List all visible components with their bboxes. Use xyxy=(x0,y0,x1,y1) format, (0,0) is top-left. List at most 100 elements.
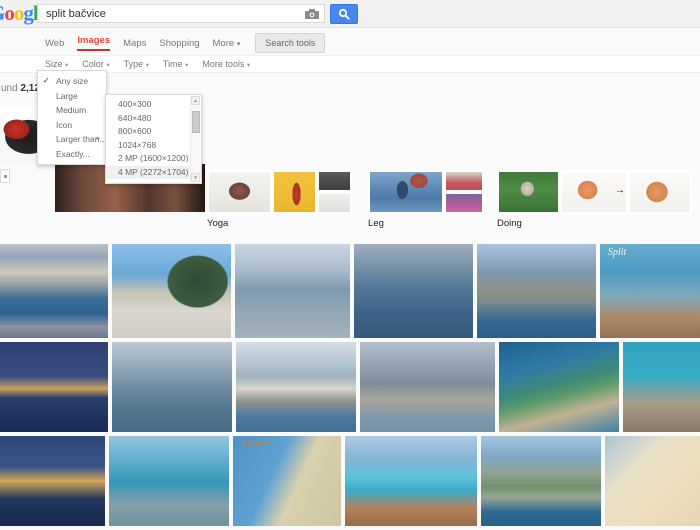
image-result-map[interactable] xyxy=(605,436,700,526)
submenu-item-400x300[interactable]: 400×300 xyxy=(106,98,201,112)
filter-color[interactable]: Color ▾ xyxy=(82,59,109,69)
filter-more-tools[interactable]: More tools ▾ xyxy=(202,59,250,69)
tab-more-label: More xyxy=(213,38,235,49)
related-search-doing: → Doing xyxy=(497,170,692,229)
tab-more[interactable]: More ▾ xyxy=(213,38,241,49)
tab-maps[interactable]: Maps xyxy=(123,38,146,49)
filter-time-label: Time xyxy=(163,59,183,69)
submenu-item-640x480[interactable]: 640×480 xyxy=(106,112,201,126)
related-search-yoga: Yoga xyxy=(207,170,352,229)
filter-size[interactable]: Size ▾ xyxy=(45,59,68,69)
image-result[interactable] xyxy=(109,436,229,526)
size-dropdown-menu: ✓ Any size Large Medium Icon Larger than.… xyxy=(37,70,107,165)
camera-search-icon[interactable] xyxy=(305,9,319,19)
grid-row: Split xyxy=(0,244,700,338)
menu-item-any-size[interactable]: ✓ Any size xyxy=(38,74,106,89)
scrollbar-thumb[interactable] xyxy=(192,111,200,133)
image-result[interactable] xyxy=(235,244,350,338)
menu-item-icon[interactable]: Icon xyxy=(38,118,106,133)
related-thumbnail[interactable] xyxy=(368,170,444,214)
search-box xyxy=(37,4,325,23)
image-result[interactable] xyxy=(345,436,477,526)
related-thumbnail[interactable] xyxy=(497,170,560,214)
related-thumbnail[interactable] xyxy=(444,170,484,192)
submenu-scrollbar[interactable]: ▲ ▼ xyxy=(190,96,200,182)
menu-item-label: Any size xyxy=(56,76,88,86)
logo-letter: g xyxy=(23,1,33,25)
menu-item-exactly[interactable]: Exactly... xyxy=(38,147,106,162)
grid-row xyxy=(0,342,700,432)
image-result[interactable] xyxy=(360,342,495,432)
related-search-label[interactable]: Doing xyxy=(497,218,692,229)
tab-shopping[interactable]: Shopping xyxy=(159,38,199,49)
menu-item-label: Exactly... xyxy=(56,149,90,159)
image-result[interactable] xyxy=(0,436,105,526)
related-thumbnail[interactable] xyxy=(272,170,317,214)
submenu-item-1024x768[interactable]: 1024×768 xyxy=(106,139,201,153)
menu-item-label: Large xyxy=(56,91,78,101)
submenu-item-4mp[interactable]: 4 MP (2272×1704) xyxy=(106,166,201,180)
chevron-down-icon: ▾ xyxy=(106,62,109,69)
submenu-arrow-icon: ▸ xyxy=(96,132,100,147)
filter-more-tools-label: More tools xyxy=(202,59,244,69)
search-header: Google xyxy=(0,0,700,28)
postcard-caption: Split xyxy=(608,247,626,258)
image-result-map[interactable]: CROATIA xyxy=(233,436,341,526)
filter-time[interactable]: Time ▾ xyxy=(163,59,188,69)
submenu-item-800x600[interactable]: 800×600 xyxy=(106,125,201,139)
search-tools-button[interactable]: Search tools xyxy=(255,33,325,53)
image-result[interactable] xyxy=(477,244,596,338)
image-result[interactable] xyxy=(0,342,108,432)
google-images-page: Google Web Images Maps Shopping More ▾ S… xyxy=(0,0,700,500)
related-search-label[interactable]: Yoga xyxy=(207,218,352,229)
chevron-down-icon: ▾ xyxy=(247,62,250,69)
result-tabs: Web Images Maps Shopping More ▾ Search t… xyxy=(45,33,325,53)
menu-item-large[interactable]: Large xyxy=(38,89,106,104)
image-results-grid: Split CROATIA xyxy=(0,244,700,530)
submenu-item-2mp[interactable]: 2 MP (1600×1200) xyxy=(106,152,201,166)
filter-type-label: Type xyxy=(124,59,144,69)
scroll-up-icon[interactable]: ▲ xyxy=(191,96,200,105)
logo-letter: o xyxy=(4,1,14,25)
magnifier-icon xyxy=(338,8,351,21)
carousel-scroll-left-button[interactable] xyxy=(0,169,10,183)
image-result[interactable] xyxy=(499,342,619,432)
dot-glyph xyxy=(4,175,7,178)
image-result-postcard[interactable]: Split xyxy=(600,244,700,338)
search-button[interactable] xyxy=(330,4,358,24)
tab-web[interactable]: Web xyxy=(45,38,64,49)
results-count-prefix: und xyxy=(1,83,20,94)
size-submenu: 400×300 640×480 800×600 1024×768 2 MP (1… xyxy=(105,94,202,184)
image-result[interactable] xyxy=(481,436,601,526)
related-thumbnail[interactable] xyxy=(207,170,272,214)
map-caption: CROATIA xyxy=(243,441,273,447)
chevron-down-icon: ▾ xyxy=(237,41,241,48)
logo-letter: o xyxy=(14,1,24,25)
image-result[interactable] xyxy=(236,342,356,432)
related-thumbnail[interactable] xyxy=(628,170,692,214)
related-thumbnail[interactable]: → xyxy=(560,170,628,214)
filter-type[interactable]: Type ▾ xyxy=(124,59,149,69)
menu-item-label: Icon xyxy=(56,120,72,130)
image-result[interactable] xyxy=(0,244,108,338)
filter-color-label: Color xyxy=(82,59,104,69)
related-search-label[interactable]: Leg xyxy=(368,218,484,229)
image-result[interactable] xyxy=(623,342,700,432)
results-area: und 2,129 Yoga xyxy=(0,74,700,500)
related-thumbnail[interactable] xyxy=(444,192,484,214)
chevron-down-icon: ▾ xyxy=(65,62,68,69)
image-result[interactable] xyxy=(354,244,473,338)
menu-item-larger-than[interactable]: Larger than...▸ xyxy=(38,132,106,147)
menu-item-medium[interactable]: Medium xyxy=(38,103,106,118)
related-thumbnail[interactable] xyxy=(317,192,352,214)
related-thumbnail[interactable] xyxy=(317,170,352,192)
related-search-leg: Leg xyxy=(368,170,484,229)
arrow-right-graphic: → xyxy=(615,185,625,196)
image-result[interactable] xyxy=(112,342,232,432)
tab-images[interactable]: Images xyxy=(77,35,110,51)
scroll-down-icon[interactable]: ▼ xyxy=(191,173,200,182)
image-result[interactable] xyxy=(112,244,231,338)
check-icon: ✓ xyxy=(43,74,50,89)
menu-item-label: Medium xyxy=(56,105,86,115)
search-input[interactable] xyxy=(38,5,324,22)
